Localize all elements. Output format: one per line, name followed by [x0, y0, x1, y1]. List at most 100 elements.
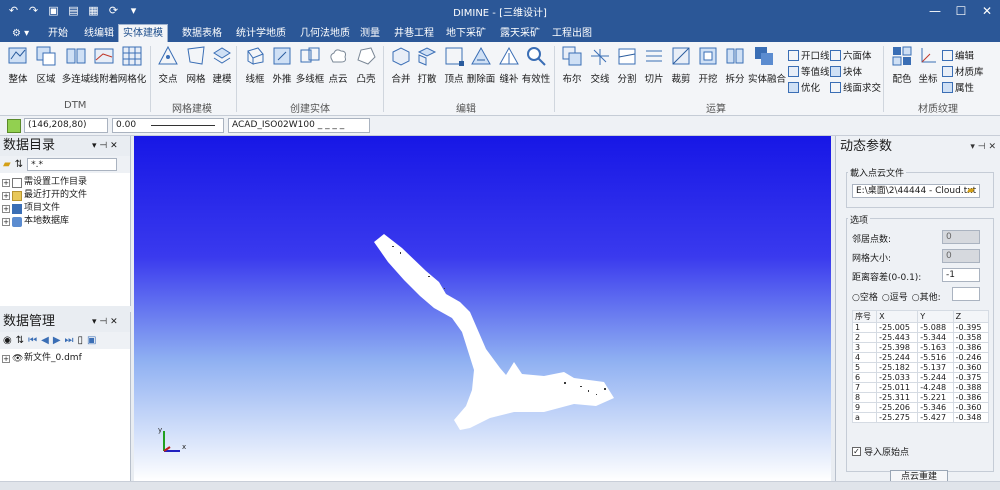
column-header: Z	[952, 310, 990, 323]
table-row[interactable]: 1 -25.005 -5.088 -0.395	[851, 322, 990, 333]
material-library-icon	[942, 65, 953, 77]
browse-folder-icon[interactable]: ▰	[967, 185, 975, 196]
neighbor-count-field[interactable]: 0	[942, 230, 980, 244]
table-row[interactable]: 5 -25.182 -5.137 -0.360	[851, 362, 990, 373]
table-row[interactable]: 3 -25.398 -5.163 -0.386	[851, 342, 990, 353]
tree-item-project[interactable]: + 项目文件	[2, 202, 128, 215]
checkbox-checked-icon: ✓	[852, 447, 861, 456]
new-file-icon[interactable]: ▯	[78, 335, 84, 346]
file-filter-field[interactable]: *.*	[27, 158, 118, 171]
table-row[interactable]: 7 -25.011 -4.248 -0.388	[851, 382, 990, 393]
ops-optimize-button[interactable]: 优化	[788, 80, 820, 94]
last-icon[interactable]: ⏭	[65, 335, 74, 346]
close-button[interactable]: ✕	[974, 0, 1000, 22]
open-folder-icon[interactable]: ▰	[3, 159, 11, 170]
stitch-icon	[499, 46, 519, 65]
delete-face-icon	[471, 46, 491, 65]
manager-panel-controls[interactable]: ▾ ⊣ ✕	[92, 317, 118, 327]
load-group-label: 載入点云文件	[848, 166, 907, 179]
edit-validity-button[interactable]: 有效性	[520, 45, 552, 85]
eye-icon: 👁	[12, 353, 24, 364]
ops-block-button[interactable]: 块体	[830, 64, 862, 78]
material-property-button[interactable]: 属性	[942, 80, 974, 94]
manager-tree: + 👁 新文件_0.dmf	[0, 349, 130, 368]
ops-divide-button[interactable]: 拆分	[719, 45, 751, 85]
tab-geostatistics[interactable]: 统计学地质	[232, 25, 290, 42]
tab-openpit-mining[interactable]: 露天采矿	[496, 25, 544, 42]
material-coord-button[interactable]: 坐标	[912, 45, 944, 85]
multi-wireframe-icon	[300, 47, 320, 63]
mesh-build-button[interactable]: 建模	[206, 45, 238, 85]
clip-icon	[672, 47, 690, 65]
tab-geometric-geology[interactable]: 几何法地质	[296, 25, 354, 42]
table-row[interactable]: 4 -25.244 -5.516 -0.246	[851, 352, 990, 363]
tree-item-recent[interactable]: + 最近打开的文件	[2, 189, 128, 202]
tree-item-dmf-file[interactable]: + 👁 新文件_0.dmf	[2, 352, 128, 365]
maximize-button[interactable]: ☐	[948, 0, 974, 22]
material-library-button[interactable]: 材质库	[942, 64, 984, 78]
x-axis-label: x	[182, 443, 186, 451]
tab-data-table[interactable]: 数据表格	[178, 25, 226, 42]
excavate-icon	[699, 47, 717, 65]
tab-survey[interactable]: 测量	[356, 25, 384, 42]
minimize-button[interactable]: —	[922, 0, 948, 22]
line-type-field[interactable]: ACAD_ISO02W100 _ _ _ _	[228, 118, 370, 133]
tab-underground-mining[interactable]: 地下采矿	[442, 25, 490, 42]
solid-convex-hull-button[interactable]: 凸壳	[350, 45, 382, 85]
table-row[interactable]: 9 -25.206 -5.346 -0.360	[851, 402, 990, 413]
ops-solid-fuse-button[interactable]: 实体融合	[748, 45, 786, 85]
y-axis-label: y	[158, 426, 162, 434]
app-menu-button[interactable]: ⚙ ▾	[8, 25, 33, 42]
data-catalog-panel: 数据目录 ▰ ⇅ *.* + 需设置工作目录 + 最近打开的文件 + 项目文件 + 本地…	[0, 136, 131, 306]
next-icon[interactable]: ▶	[53, 335, 61, 346]
tree-item-local-db[interactable]: + 本地数据库	[2, 215, 128, 228]
table-row[interactable]: 8 -25.311 -5.221 -0.386	[851, 392, 990, 403]
ribbon-tabs: ⚙ ▾ 开始 线编辑 实体建模 数据表格 统计学地质 几何法地质 测量 井巷工程…	[0, 22, 1000, 42]
import-raw-checkbox[interactable]: ✓ 导入原始点	[852, 445, 909, 458]
sort-icon[interactable]: ⇅	[16, 335, 24, 346]
ops-contour-button[interactable]: 等值线	[788, 64, 830, 78]
column-header: 序号	[851, 310, 878, 323]
table-row[interactable]: 6 -25.033 -5.244 -0.375	[851, 372, 990, 383]
tab-engineering-drawing[interactable]: 工程出图	[548, 25, 596, 42]
group-label-dtm: DTM	[64, 100, 87, 111]
sort-icon[interactable]: ⇅	[15, 159, 23, 170]
distance-tolerance-field[interactable]: -1	[942, 268, 980, 282]
radio-other[interactable]: ○其他:	[912, 290, 941, 303]
file-path-field[interactable]: E:\桌面\2\44444 - Cloud.txt	[852, 184, 980, 198]
app-title: DIMINE - [三维设计]	[453, 8, 547, 19]
ops-open-line-button[interactable]: 开口线	[788, 48, 830, 62]
tab-shaft-engineering[interactable]: 井巷工程	[390, 25, 438, 42]
view-icon[interactable]: ◉	[3, 335, 12, 346]
table-row[interactable]: 2 -25.443 -5.344 -0.358	[851, 332, 990, 343]
ops-line-face-intersect-button[interactable]: 线面求交	[830, 80, 881, 94]
prev-icon[interactable]: ◀	[41, 335, 49, 346]
group-separator	[150, 46, 151, 112]
color-value-field[interactable]: (146,208,80)	[24, 118, 108, 133]
property-icon	[942, 81, 953, 93]
right-panel-controls[interactable]: ▾ ⊣ ✕	[970, 136, 996, 158]
tree-item-workdir[interactable]: + 需设置工作目录	[2, 176, 128, 189]
material-edit-button[interactable]: 编辑	[942, 48, 974, 62]
radio-comma[interactable]: ○逗号	[882, 290, 908, 303]
other-delimiter-field[interactable]	[952, 287, 980, 301]
catalog-panel-controls[interactable]: ▾ ⊣ ✕	[92, 141, 118, 151]
save-file-icon[interactable]: ▣	[87, 335, 96, 346]
layer-color-swatch[interactable]	[7, 119, 21, 133]
open-line-icon	[788, 49, 799, 61]
table-row[interactable]: a -25.275 -5.427 -0.348	[851, 412, 990, 423]
3d-viewport[interactable]: y x	[134, 136, 831, 481]
axis-indicator	[163, 431, 180, 452]
tab-line-edit[interactable]: 线编辑	[80, 25, 118, 42]
first-icon[interactable]: ⏮	[28, 335, 37, 346]
catalog-toolbar: ▰ ⇅ *.*	[0, 156, 130, 173]
dtm-region-button[interactable]: 区域	[30, 45, 62, 85]
mesh-size-field[interactable]: 0	[942, 249, 980, 263]
tab-solid-modeling[interactable]: 实体建模	[118, 24, 168, 42]
radio-space[interactable]: ○空格	[852, 290, 878, 303]
ops-hexahedron-button[interactable]: 六面体	[830, 48, 872, 62]
line-width-field[interactable]: 0.00	[112, 118, 224, 133]
dtm-grid-button[interactable]: 网格化	[116, 45, 148, 85]
mesh-icon	[187, 46, 205, 65]
tab-start[interactable]: 开始	[44, 25, 72, 42]
